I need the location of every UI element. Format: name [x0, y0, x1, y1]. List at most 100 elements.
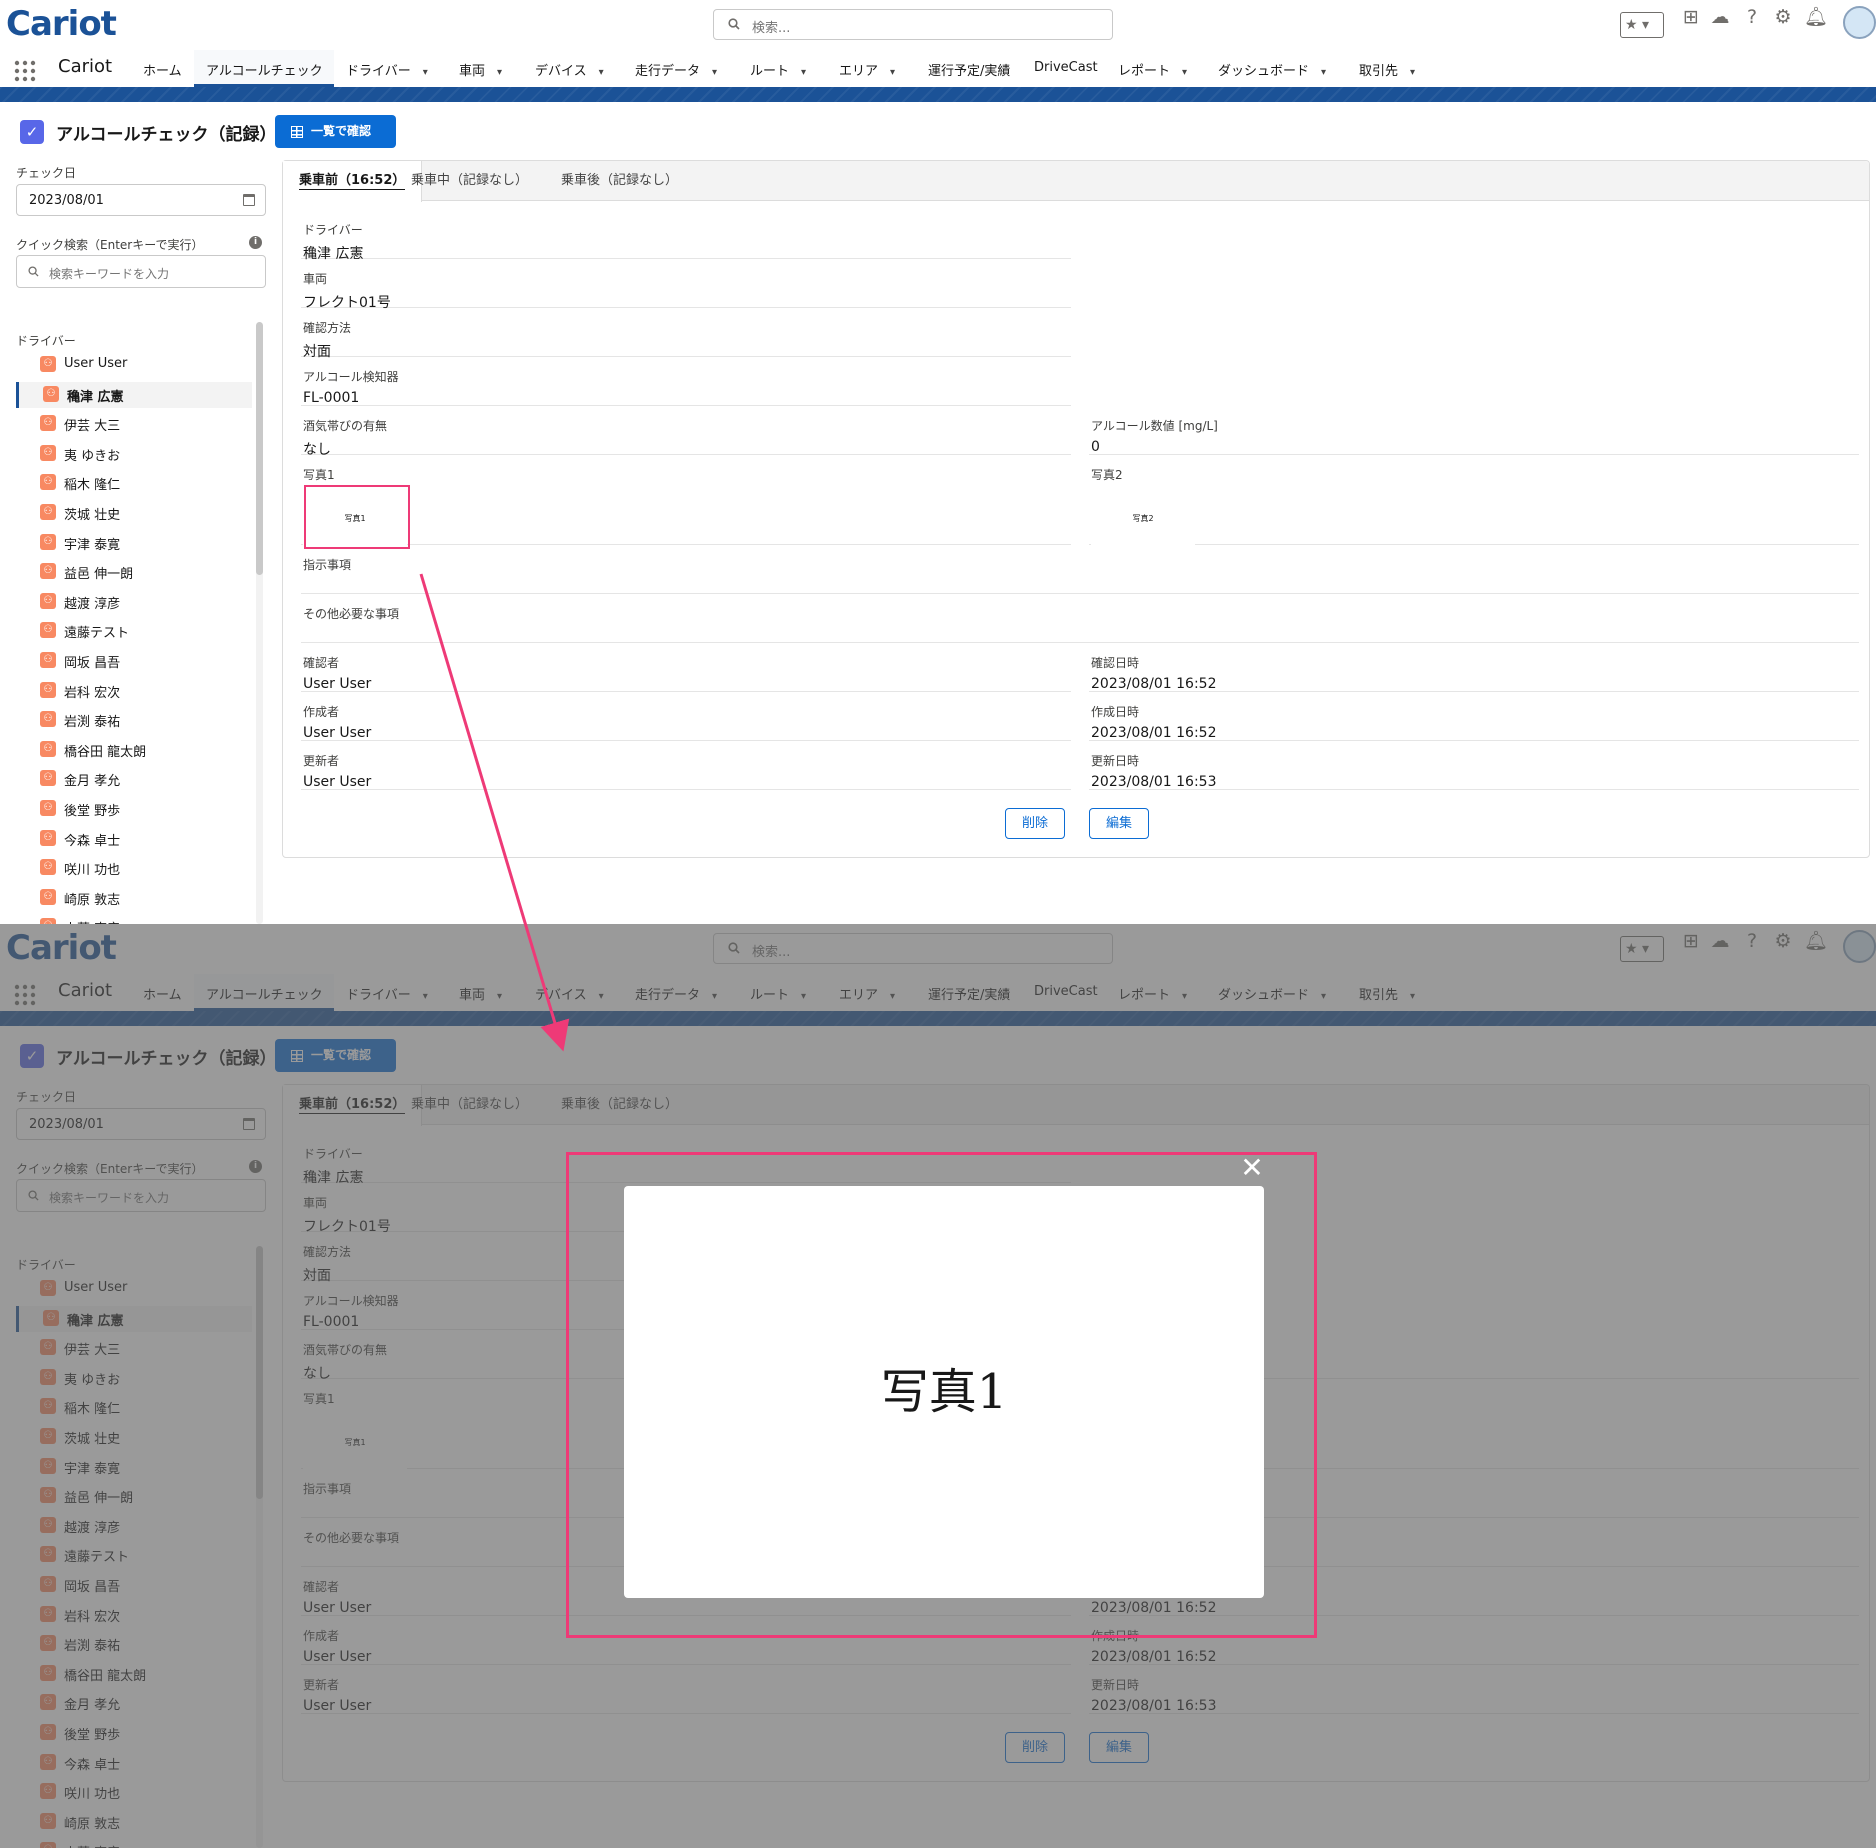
- driver-icon: ⚇: [40, 711, 56, 728]
- bell-icon[interactable]: 🔔︎: [1804, 6, 1828, 28]
- app-nav-bar: Cariot ホーム アルコールチェック ドライバー▾ 車両▾ デバイス▾ 走行データ▾ ル…: [0, 50, 1876, 125]
- chevron-down-icon[interactable]: ▾: [1410, 67, 1415, 78]
- add-icon[interactable]: ⊞: [1680, 6, 1702, 28]
- driver-icon: ⚇: [40, 859, 56, 876]
- trailhead-icon[interactable]: ☁: [1709, 6, 1731, 28]
- driver-icon: ⚇: [40, 592, 56, 609]
- scrollbar-thumb[interactable]: [256, 322, 263, 575]
- delete-button[interactable]: 削除: [1005, 808, 1065, 839]
- field-created-at: 作成日時2023/08/01 16:52: [1089, 703, 1859, 741]
- global-search-input[interactable]: 検索...: [713, 9, 1113, 40]
- nav-item[interactable]: アルコールチェック: [206, 60, 323, 79]
- nav-item[interactable]: レポート▾: [1118, 60, 1187, 79]
- driver-list-item[interactable]: ⚇金月 孝允: [16, 766, 252, 792]
- nav-item[interactable]: ドライバー▾: [346, 60, 428, 79]
- field-vehicle: 車両フレクト01号: [301, 270, 1071, 311]
- cariot-logo: Cariot: [6, 4, 117, 44]
- search-icon: [728, 18, 740, 30]
- chevron-down-icon[interactable]: ▾: [423, 67, 428, 78]
- driver-icon: ⚇: [40, 533, 56, 550]
- photo-preview-modal: 写真1: [624, 1186, 1264, 1598]
- nav-item[interactable]: ホーム: [143, 60, 182, 79]
- table-icon: [291, 126, 303, 138]
- driver-list-item[interactable]: ⚇咲川 功也: [16, 855, 252, 881]
- driver-list-item[interactable]: ⚇宇津 泰寛: [16, 530, 252, 556]
- driver-list-item[interactable]: ⚇山蓉 克彦: [16, 914, 252, 924]
- driver-list-item[interactable]: ⚇茨城 壮史: [16, 500, 252, 526]
- field-updater: 更新者User User: [301, 752, 1071, 790]
- close-icon[interactable]: ✕: [1237, 1153, 1267, 1183]
- chevron-down-icon[interactable]: ▾: [712, 67, 717, 78]
- driver-list-item[interactable]: ⚇今森 卓士: [16, 826, 252, 852]
- driver-list-item[interactable]: ⚇穐津 広憲: [16, 381, 252, 408]
- field-alcohol-value: アルコール数値 [mg/L]0: [1089, 417, 1859, 455]
- tab-after-ride[interactable]: 乗車後（記録なし）: [545, 161, 694, 201]
- driver-list-item[interactable]: ⚇伊芸 大三: [16, 411, 252, 437]
- driver-list-item[interactable]: ⚇岩渕 泰祐: [16, 707, 252, 733]
- driver-list-item[interactable]: ⚇夷 ゆきお: [16, 441, 252, 467]
- nav-item[interactable]: 運行予定/実績: [928, 60, 1010, 79]
- gear-icon[interactable]: ⚙: [1772, 6, 1794, 28]
- driver-section-label: ドライバー: [16, 334, 76, 348]
- driver-list-item[interactable]: ⚇遠藤テスト: [16, 618, 252, 644]
- chevron-down-icon[interactable]: ▾: [1182, 67, 1187, 78]
- nav-item[interactable]: エリア▾: [839, 60, 895, 79]
- driver-icon: ⚇: [40, 415, 56, 432]
- calendar-icon[interactable]: [243, 194, 255, 206]
- driver-icon: ⚇: [40, 444, 56, 461]
- driver-icon: ⚇: [43, 385, 59, 402]
- page-body: ✓ アルコールチェック（記録） 一覧で確認 チェック日 2023/08/01 ク…: [0, 102, 1876, 924]
- driver-icon: ⚇: [40, 888, 56, 905]
- driver-list-item[interactable]: ⚇岡坂 昌吾: [16, 648, 252, 674]
- nav-item[interactable]: デバイス▾: [535, 60, 604, 79]
- list-view-button[interactable]: 一覧で確認: [275, 115, 396, 148]
- chevron-down-icon[interactable]: ▾: [801, 67, 806, 78]
- driver-list-item[interactable]: ⚇崎原 敦志: [16, 885, 252, 911]
- driver-list-item[interactable]: ⚇益邑 伸一朗: [16, 559, 252, 585]
- driver-list-item[interactable]: ⚇岩科 宏次: [16, 678, 252, 704]
- edit-button[interactable]: 編集: [1089, 808, 1149, 839]
- nav-item[interactable]: 走行データ▾: [635, 60, 717, 79]
- chevron-down-icon[interactable]: ▾: [890, 67, 895, 78]
- driver-list-item[interactable]: ⚇稲木 隆仁: [16, 470, 252, 496]
- field-confirmer: 確認者User User: [301, 654, 1071, 692]
- driver-list: ドライバー ⚇User User ⚇穐津 広憲 ⚇伊芸 大三 ⚇夷 ゆきお ⚇稲木 隆仁…: [16, 322, 252, 924]
- nav-item[interactable]: DriveCast: [1034, 60, 1098, 75]
- driver-list-item[interactable]: ⚇橋谷田 龍太朗: [16, 737, 252, 763]
- avatar[interactable]: [1843, 6, 1876, 39]
- driver-list-item[interactable]: ⚇越渡 淳彦: [16, 589, 252, 615]
- nav-item[interactable]: ダッシュボード▾: [1218, 60, 1326, 79]
- photo2-thumbnail[interactable]: 写真2: [1091, 488, 1195, 550]
- global-header: Cariot 検索... ★ ▾ ⊞ ☁ ? ⚙ 🔔︎: [0, 0, 1876, 50]
- favorites-icon[interactable]: ★ ▾: [1620, 12, 1664, 38]
- app-launcher-icon[interactable]: [14, 60, 36, 82]
- field-instruction: 指示事項: [301, 556, 1859, 594]
- quick-search-label: クイック検索（Enterキーで実行）: [16, 238, 204, 252]
- check-date-input[interactable]: 2023/08/01: [16, 184, 266, 216]
- field-confirmed-at: 確認日時2023/08/01 16:52: [1089, 654, 1859, 692]
- info-icon[interactable]: i: [249, 236, 262, 249]
- chevron-down-icon[interactable]: ▾: [497, 67, 502, 78]
- field-photo1: 写真1: [301, 466, 1071, 545]
- field-updated-at: 更新日時2023/08/01 16:53: [1089, 752, 1859, 790]
- alcohol-check-icon: ✓: [20, 120, 44, 144]
- nav-item[interactable]: 車両▾: [459, 60, 502, 79]
- field-detector: アルコール検知器FL-0001: [301, 368, 1071, 406]
- tab-during-ride[interactable]: 乗車中（記録なし）: [395, 161, 544, 201]
- help-icon[interactable]: ?: [1741, 6, 1763, 28]
- driver-list-scrollbar[interactable]: [256, 322, 263, 924]
- nav-item[interactable]: 取引先▾: [1359, 60, 1415, 79]
- chevron-down-icon[interactable]: ▾: [599, 67, 604, 78]
- driver-icon: ⚇: [40, 652, 56, 668]
- driver-list-item[interactable]: ⚇後堂 野歩: [16, 796, 252, 822]
- driver-icon: ⚇: [40, 740, 56, 757]
- record-tabs: 乗車前（16:52） 乗車中（記録なし） 乗車後（記録なし）: [283, 161, 1869, 202]
- quick-search-input[interactable]: 検索キーワードを入力: [16, 255, 266, 288]
- screenshot-before: Cariot 検索... ★ ▾ ⊞ ☁ ? ⚙ 🔔︎ Cariot ホームアル…: [0, 0, 1876, 924]
- driver-icon: ⚇: [40, 681, 56, 698]
- field-other: その他必要な事項: [301, 605, 1859, 643]
- driver-list-item[interactable]: ⚇User User: [16, 352, 252, 378]
- nav-item[interactable]: ルート▾: [750, 60, 806, 79]
- check-date-label: チェック日: [16, 166, 77, 180]
- chevron-down-icon[interactable]: ▾: [1321, 67, 1326, 78]
